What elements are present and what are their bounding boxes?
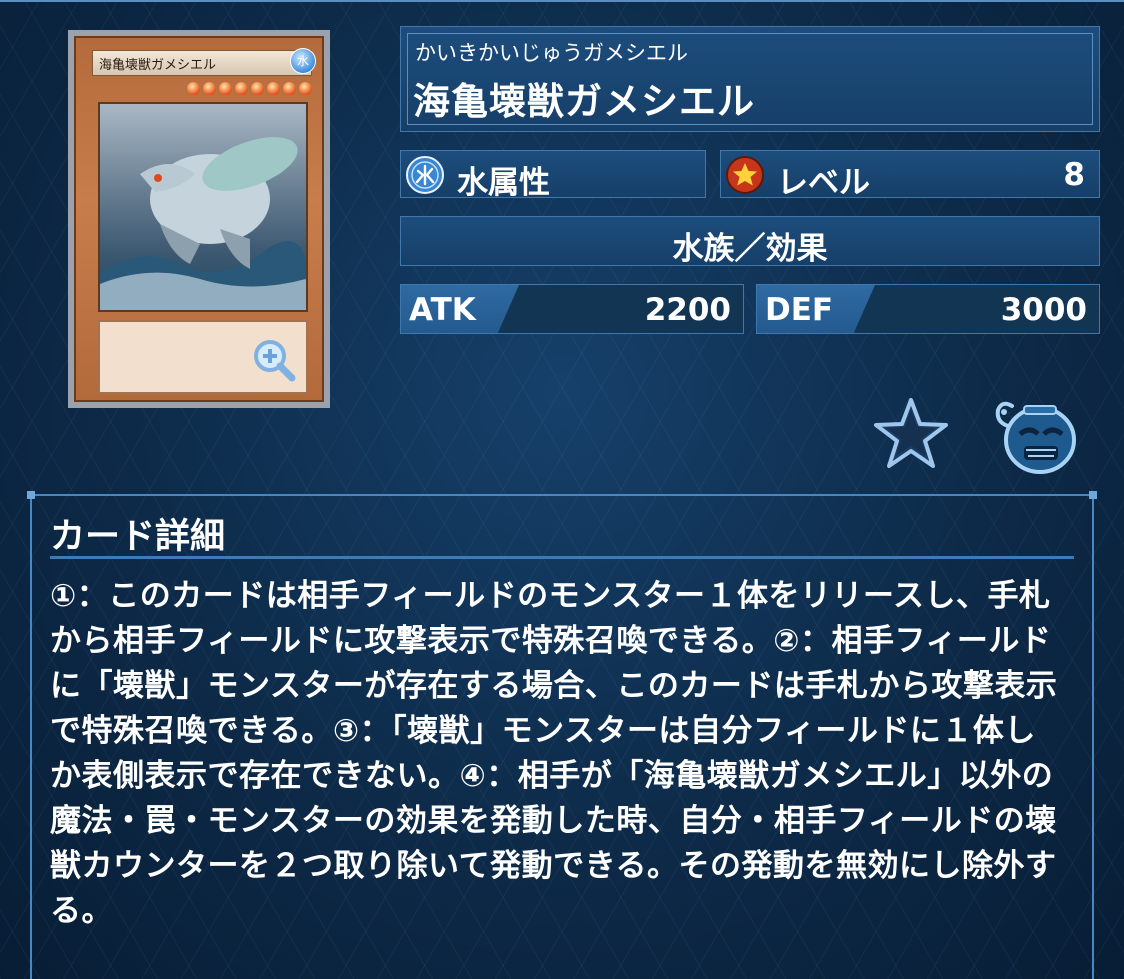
- level-star-icon: [725, 155, 765, 195]
- level-value: 8: [1063, 157, 1085, 193]
- card-image-level-stars: [162, 82, 312, 96]
- card-face: 海亀壊獣ガメシエル 水: [74, 36, 324, 402]
- attribute-label: 水属性: [457, 165, 550, 201]
- detail-divider: [50, 556, 1074, 559]
- def-label: DEF: [765, 292, 834, 328]
- card-image-attribute-icon: 水: [290, 48, 316, 74]
- level-panel: レベル 8: [720, 150, 1100, 201]
- card-name-panel: かいきかいじゅうガメシエル 海亀壊獣ガメシエル: [400, 26, 1100, 132]
- card-image-title-bar: 海亀壊獣ガメシエル: [92, 50, 312, 76]
- atk-label: ATK: [409, 292, 476, 328]
- atk-panel: ATK 2200: [400, 284, 744, 334]
- atk-value: 2200: [644, 292, 731, 328]
- zoom-in-icon[interactable]: [252, 338, 296, 382]
- level-label: レベル: [777, 165, 870, 201]
- type-panel: 水族／効果: [400, 216, 1100, 267]
- monster-type-label: 水族／効果: [672, 231, 828, 267]
- top-edge-line: [0, 0, 1124, 2]
- deck-pot-icon[interactable]: [992, 396, 1080, 476]
- def-value: 3000: [1000, 292, 1087, 328]
- card-effect-text: ①：このカードは相手フィールドのモンスター１体をリリースし、手札から相手フィール…: [50, 578, 1058, 929]
- card-artwork: [98, 102, 308, 312]
- card-name: 海亀壊獣ガメシエル: [413, 80, 755, 123]
- star-icon[interactable]: [872, 396, 950, 470]
- card-image-name: 海亀壊獣ガメシエル: [99, 58, 217, 73]
- card-name-reading: かいきかいじゅうガメシエル: [415, 41, 688, 65]
- attribute-panel: 水属性: [400, 150, 706, 201]
- water-attribute-icon: [405, 155, 445, 195]
- def-panel: DEF 3000: [756, 284, 1100, 334]
- card-detail-heading: カード詳細: [50, 517, 226, 557]
- card-image[interactable]: 海亀壊獣ガメシエル 水: [68, 30, 330, 408]
